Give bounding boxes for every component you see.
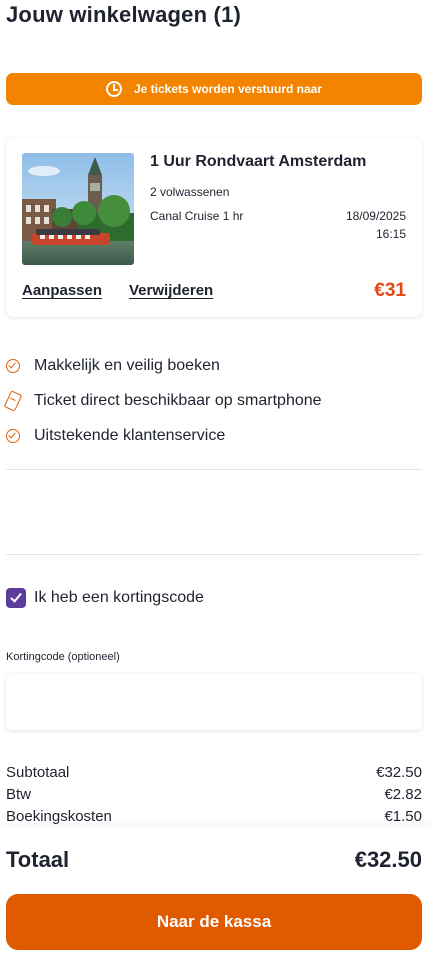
total-value: €32.50 <box>354 847 422 872</box>
divider <box>6 554 422 555</box>
usp-item: Ticket direct beschikbaar op smartphone <box>3 383 322 418</box>
usp-text: Uitstekende klantenservice <box>34 426 226 444</box>
booking-fee-value: €1.50 <box>384 808 422 825</box>
usp-item: Makkelijk en veilig boeken <box>6 348 322 383</box>
product-title: 1 Uur Rondvaart Amsterdam <box>150 153 367 170</box>
ticket-icon <box>3 389 23 412</box>
vat-row: Btw €2.82 <box>6 786 422 803</box>
item-price: €31 <box>374 280 406 301</box>
discount-toggle-label: Ik heb een kortingscode <box>34 589 204 606</box>
cart-item-card: 1 Uur Rondvaart Amsterdam 2 volwassenen … <box>6 137 422 317</box>
subtotal-row: Subtotaal €32.50 <box>6 764 422 781</box>
checkout-footer: Totaal €32.50 Naar de kassa <box>0 827 432 961</box>
total-row: Totaal €32.50 <box>6 847 422 873</box>
ticket-delivery-banner: Je tickets worden verstuurd naar <box>6 73 422 105</box>
product-image <box>22 153 134 265</box>
check-circle-icon <box>6 358 20 373</box>
discount-checkbox[interactable] <box>6 588 26 608</box>
vat-label: Btw <box>6 786 32 803</box>
vat-value: €2.82 <box>384 786 422 803</box>
booking-fee-label: Boekingskosten <box>6 808 112 825</box>
discount-field-label: Kortingcode (optioneel) <box>6 651 120 663</box>
discount-code-input[interactable] <box>6 673 422 730</box>
total-label: Totaal <box>6 847 70 872</box>
usp-list: Makkelijk en veilig boeken Ticket direct… <box>3 348 322 453</box>
subtotal-label: Subtotaal <box>6 764 70 781</box>
edit-link[interactable]: Aanpassen <box>22 282 102 299</box>
divider <box>6 469 422 470</box>
booking-fee-row: Boekingskosten €1.50 <box>6 808 422 825</box>
check-circle-icon <box>6 428 20 443</box>
page-title: Jouw winkelwagen (1) <box>6 2 242 27</box>
discount-code-toggle[interactable]: Ik heb een kortingscode <box>6 588 204 608</box>
subtotal-value: €32.50 <box>376 764 422 781</box>
clock-icon <box>105 81 122 97</box>
banner-text: Je tickets worden verstuurd naar <box>133 82 323 96</box>
usp-text: Makkelijk en veilig boeken <box>34 356 220 374</box>
product-option: Canal Cruise 1 hr <box>150 209 244 223</box>
usp-item: Uitstekende klantenservice <box>6 418 322 453</box>
product-persons: 2 volwassenen <box>150 185 230 199</box>
product-date: 18/09/2025 <box>345 209 406 223</box>
usp-text: Ticket direct beschikbaar op smartphone <box>34 391 322 409</box>
checkout-button[interactable]: Naar de kassa <box>6 894 422 950</box>
remove-link[interactable]: Verwijderen <box>129 282 213 299</box>
product-time: 16:15 <box>375 227 406 241</box>
